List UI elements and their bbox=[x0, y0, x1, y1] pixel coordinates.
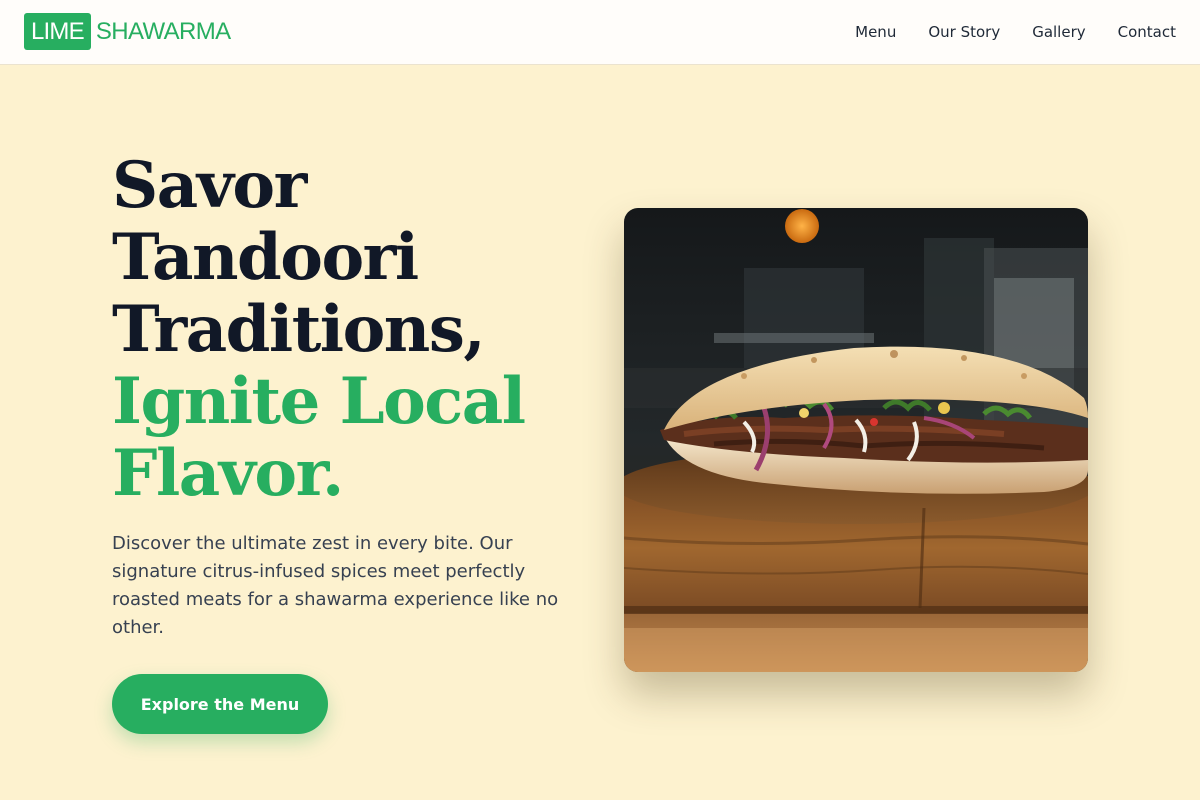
nav-link-contact[interactable]: Contact bbox=[1118, 23, 1176, 41]
navbar: LIME SHAWARMA Menu Our Story Gallery Con… bbox=[0, 0, 1200, 65]
main-nav: Menu Our Story Gallery Contact bbox=[823, 0, 1176, 64]
hero-heading: Savor Tandoori Traditions, Ignite Local … bbox=[112, 150, 582, 510]
hero-description: Discover the ultimate zest in every bite… bbox=[112, 533, 559, 638]
shawarma-hero-image bbox=[624, 208, 1088, 672]
hero-heading-line: Savor bbox=[112, 148, 307, 223]
brand-logo[interactable]: LIME SHAWARMA bbox=[24, 13, 231, 50]
logo-badge: LIME bbox=[24, 13, 91, 50]
logo-wordmark: SHAWARMA bbox=[95, 17, 231, 45]
nav-link-our-story[interactable]: Our Story bbox=[928, 23, 1000, 41]
nav-link-gallery[interactable]: Gallery bbox=[1032, 23, 1085, 41]
hero-heading-line: Tandoori bbox=[112, 220, 419, 295]
shawarma-photo-illustration bbox=[624, 208, 1088, 672]
hero-accent-line: Ignite Local bbox=[112, 364, 526, 439]
hero-accent-line: Flavor. bbox=[112, 436, 344, 511]
explore-menu-button[interactable]: Explore the Menu bbox=[112, 674, 328, 734]
hero-heading-line: Traditions, bbox=[112, 292, 486, 367]
nav-link-menu[interactable]: Menu bbox=[855, 23, 896, 41]
